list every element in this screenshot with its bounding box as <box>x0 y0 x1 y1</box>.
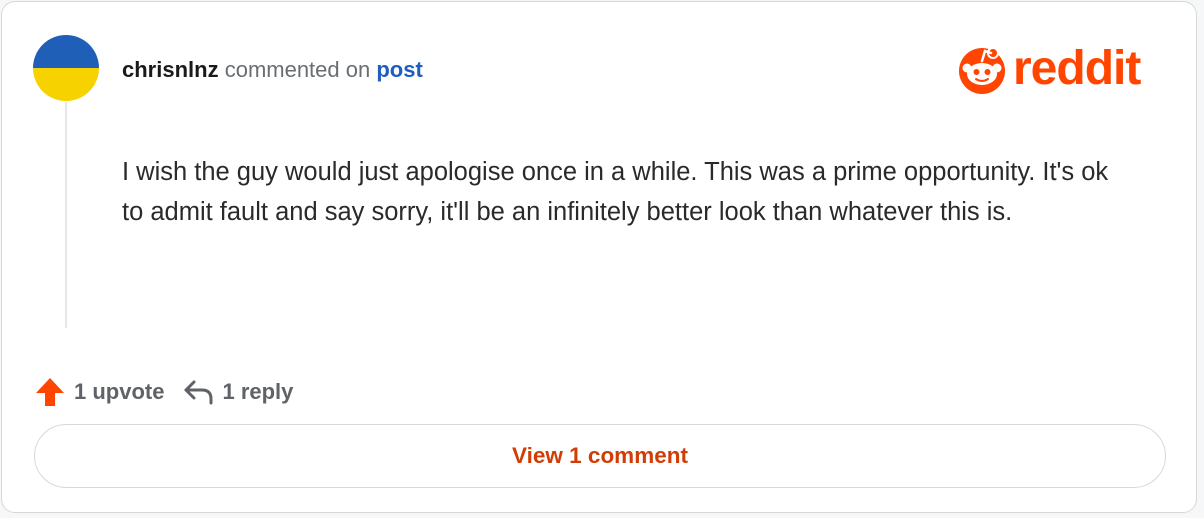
comment-header: chrisnlnz commented on post <box>122 56 423 84</box>
view-comments-button[interactable]: View 1 comment <box>34 424 1166 488</box>
action-text: commented on <box>224 57 371 82</box>
reddit-snoo-icon <box>959 47 1005 94</box>
post-link[interactable]: post <box>376 57 422 82</box>
reply-count: 1 reply <box>222 379 294 404</box>
reddit-logo[interactable]: reddit <box>957 42 1141 95</box>
avatar-bottom-half <box>33 68 99 101</box>
avatar-top-half <box>33 35 99 68</box>
thread-line <box>65 102 67 328</box>
reply-arrow-icon <box>184 380 213 405</box>
upvote-button[interactable]: 1 upvote <box>34 376 164 408</box>
upvote-arrow-icon <box>36 378 64 406</box>
avatar[interactable] <box>33 35 99 101</box>
reddit-wordmark: reddit <box>1013 42 1141 95</box>
comment-body: I wish the guy would just apologise once… <box>122 158 1109 226</box>
upvote-count: 1 upvote <box>74 379 165 404</box>
reply-button[interactable]: 1 reply <box>182 376 293 408</box>
comment-actions: 1 upvote 1 reply <box>34 374 311 410</box>
username[interactable]: chrisnlnz <box>122 57 219 82</box>
comment-card: chrisnlnz commented on post reddit I wis… <box>1 1 1197 513</box>
